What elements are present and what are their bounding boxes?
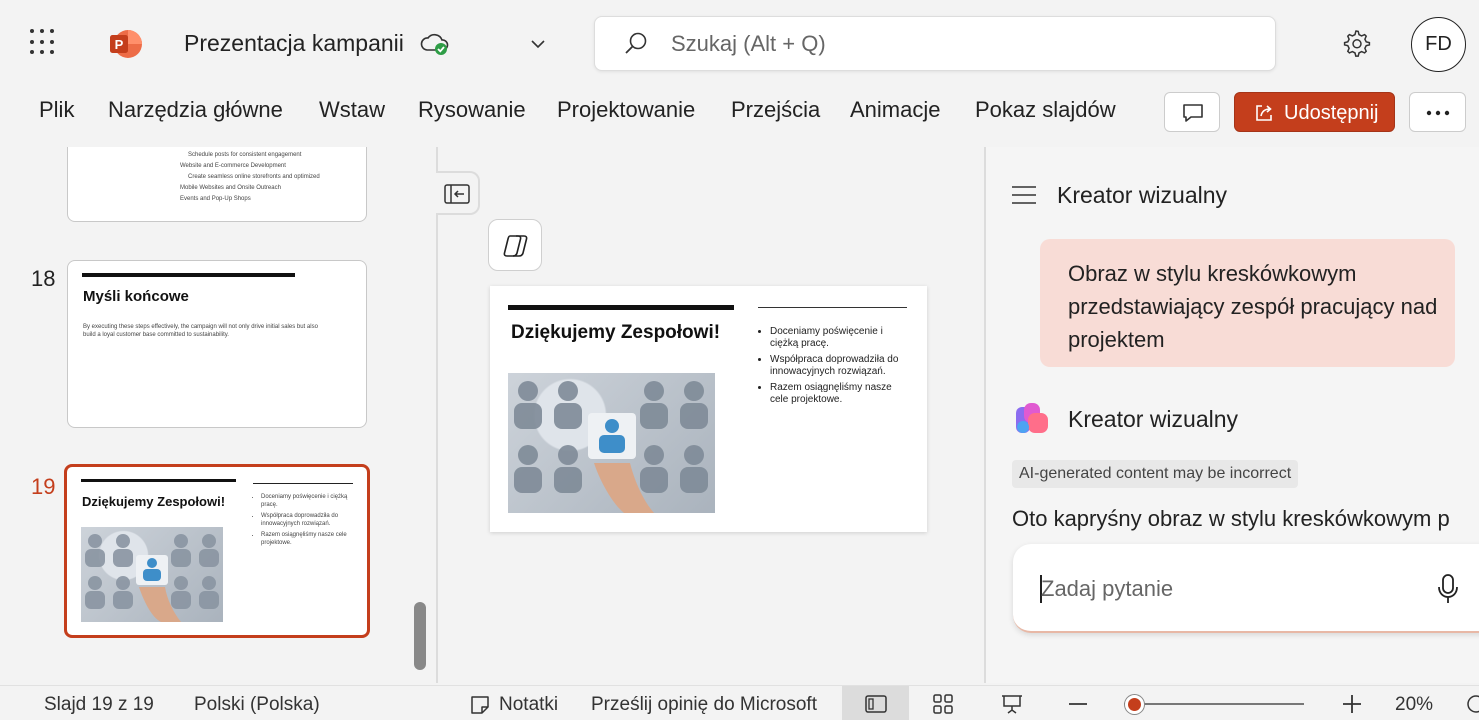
- feedback-link[interactable]: Prześlij opinię do Microsoft: [591, 694, 817, 716]
- thumbnail-scrollbar[interactable]: [414, 602, 426, 670]
- slide-bullet: Współpraca doprowadziła do innowacyjnych…: [770, 354, 910, 378]
- user-avatar[interactable]: FD: [1411, 17, 1466, 72]
- zoom-slider-thumb[interactable]: [1125, 695, 1144, 714]
- app-launcher-icon[interactable]: [30, 29, 56, 55]
- slide-bullet: Razem osiągnęliśmy nasze cele projektowe…: [770, 382, 910, 406]
- more-options-button[interactable]: [1409, 92, 1466, 132]
- copilot-title: Kreator wizualny: [1057, 182, 1227, 209]
- hamburger-menu-icon[interactable]: [1010, 184, 1038, 206]
- slide-title-rule: [508, 305, 734, 310]
- chat-input-placeholder: Zadaj pytanie: [1041, 576, 1173, 602]
- bullet-rule: [253, 483, 353, 484]
- copilot-panel: Kreator wizualny Obraz w stylu kreskówko…: [986, 147, 1479, 683]
- thumbnail-bullet: Doceniamy poświęcenie i ciężką pracę.: [261, 493, 353, 509]
- tab-transitions[interactable]: Przejścia: [731, 97, 820, 123]
- search-icon: [623, 31, 649, 57]
- thumbnail-18-body: By executing these steps effectively, th…: [83, 323, 323, 339]
- search-box[interactable]: Szukaj (Alt + Q): [594, 16, 1276, 71]
- more-icon: [1426, 110, 1450, 116]
- slide-editor: Dziękujemy Zespołowi! Doceniamy poświęce…: [438, 147, 984, 683]
- search-placeholder: Szukaj (Alt + Q): [671, 31, 826, 57]
- tab-insert[interactable]: Wstaw: [319, 97, 385, 123]
- thumbnail-18-title: Myśli końcowe: [83, 288, 189, 305]
- normal-view-button[interactable]: [842, 686, 909, 720]
- thumbnail-19-bullets: Doceniamy poświęcenie i ciężką pracę. Ws…: [253, 493, 353, 547]
- microphone-icon[interactable]: [1437, 573, 1459, 605]
- slide-number-19: 19: [31, 474, 55, 500]
- thumbnail-line: Events and Pop-Up Shops: [180, 194, 360, 205]
- tab-draw[interactable]: Rysowanie: [418, 97, 526, 123]
- comments-button[interactable]: [1164, 92, 1220, 132]
- tab-slideshow[interactable]: Pokaz slajdów: [975, 97, 1116, 123]
- people-puzzle-illustration: [508, 373, 715, 513]
- cloud-saved-icon: [420, 30, 450, 58]
- slide-thumbnail-19-selected[interactable]: Dziękujemy Zespołowi! Doceniamy poświęce…: [64, 464, 370, 638]
- slide-team-image[interactable]: [508, 373, 715, 513]
- tab-home[interactable]: Narzędzia główne: [108, 97, 283, 123]
- svg-text:P: P: [115, 37, 124, 52]
- fit-to-window-icon[interactable]: [1462, 693, 1479, 715]
- share-label: Udostępnij: [1284, 102, 1379, 125]
- zoom-level[interactable]: 20%: [1395, 694, 1433, 716]
- title-rule: [81, 479, 236, 482]
- powerpoint-logo-icon: P: [108, 27, 142, 61]
- thumbnail-bullet: Razem osiągnęliśmy nasze cele projektowe…: [261, 531, 353, 547]
- zoom-out-icon[interactable]: [1068, 702, 1088, 706]
- copilot-button[interactable]: [488, 219, 542, 271]
- document-title[interactable]: Prezentacja kampanii: [184, 30, 404, 57]
- collapse-panel-icon: [444, 183, 470, 205]
- thumbnail-17-text: Schedule posts for consistent engagement…: [180, 150, 360, 205]
- slide-title[interactable]: Dziękujemy Zespołowi!: [511, 322, 720, 344]
- settings-gear-icon[interactable]: [1340, 27, 1372, 59]
- thumbnail-line: Website and E-commerce Development: [180, 161, 360, 172]
- chat-input-box[interactable]: Zadaj pytanie: [1013, 544, 1479, 633]
- share-button[interactable]: Udostępnij: [1234, 92, 1395, 132]
- title-bar: P Prezentacja kampanii Szukaj (Alt + Q) …: [0, 0, 1479, 85]
- notes-icon: [469, 694, 491, 716]
- slide-thumbnail-17[interactable]: Schedule posts for consistent engagement…: [67, 147, 367, 222]
- visual-creator-logo-icon: [1014, 401, 1052, 437]
- title-rule: [82, 273, 295, 277]
- collapse-pane-button[interactable]: [436, 171, 480, 215]
- zoom-slider-track[interactable]: [1124, 703, 1304, 705]
- tab-animations[interactable]: Animacje: [850, 97, 940, 123]
- slide-thumbnail-pane: Schedule posts for consistent engagement…: [0, 147, 438, 683]
- people-puzzle-illustration: [81, 527, 223, 622]
- share-icon: [1253, 102, 1275, 124]
- current-slide[interactable]: Dziękujemy Zespołowi! Doceniamy poświęce…: [490, 286, 927, 532]
- thumbnail-line: Schedule posts for consistent engagement: [180, 150, 360, 161]
- status-bar: Slajd 19 z 19 Polski (Polska) Notatki Pr…: [0, 685, 1479, 720]
- thumbnail-19-title: Dziękujemy Zespołowi!: [82, 494, 225, 509]
- thumbnail-line: Mobile Websites and Onsite Outreach: [180, 183, 360, 194]
- team-puzzle-image: [81, 527, 223, 622]
- thumbnail-line: Create seamless online storefronts and o…: [180, 172, 360, 183]
- response-text: Oto kapryśny obraz w stylu kreskówkowym …: [1012, 506, 1450, 532]
- language-status[interactable]: Polski (Polska): [194, 694, 320, 716]
- slide-sorter-icon[interactable]: [932, 693, 954, 715]
- slide-bullet: Doceniamy poświęcenie i ciężką pracę.: [770, 326, 910, 350]
- response-author: Kreator wizualny: [1068, 406, 1238, 433]
- chevron-down-icon[interactable]: [528, 34, 548, 54]
- tab-file[interactable]: Plik: [39, 97, 74, 123]
- tab-design[interactable]: Projektowanie: [557, 97, 695, 123]
- notes-button[interactable]: Notatki: [499, 694, 558, 716]
- normal-view-icon: [864, 694, 888, 714]
- slide-position: Slajd 19 z 19: [44, 694, 154, 716]
- presenter-view-icon[interactable]: [1000, 693, 1024, 715]
- slide-bullets[interactable]: Doceniamy poświęcenie i ciężką pracę. Ws…: [760, 326, 910, 406]
- copilot-icon: [502, 232, 530, 260]
- comment-icon: [1181, 102, 1205, 124]
- thumbnail-bullet: Współpraca doprowadziła do innowacyjnych…: [261, 512, 353, 528]
- slide-number-18: 18: [31, 266, 55, 292]
- zoom-in-icon[interactable]: [1342, 694, 1362, 714]
- user-prompt-bubble: Obraz w stylu kreskówkowym przedstawiają…: [1040, 239, 1455, 367]
- user-prompt-text: Obraz w stylu kreskówkowym przedstawiają…: [1068, 257, 1438, 356]
- slide-bullet-rule: [758, 307, 907, 308]
- ai-disclaimer-badge: AI-generated content may be incorrect: [1012, 460, 1298, 488]
- slide-thumbnail-18[interactable]: Myśli końcowe By executing these steps e…: [67, 260, 367, 428]
